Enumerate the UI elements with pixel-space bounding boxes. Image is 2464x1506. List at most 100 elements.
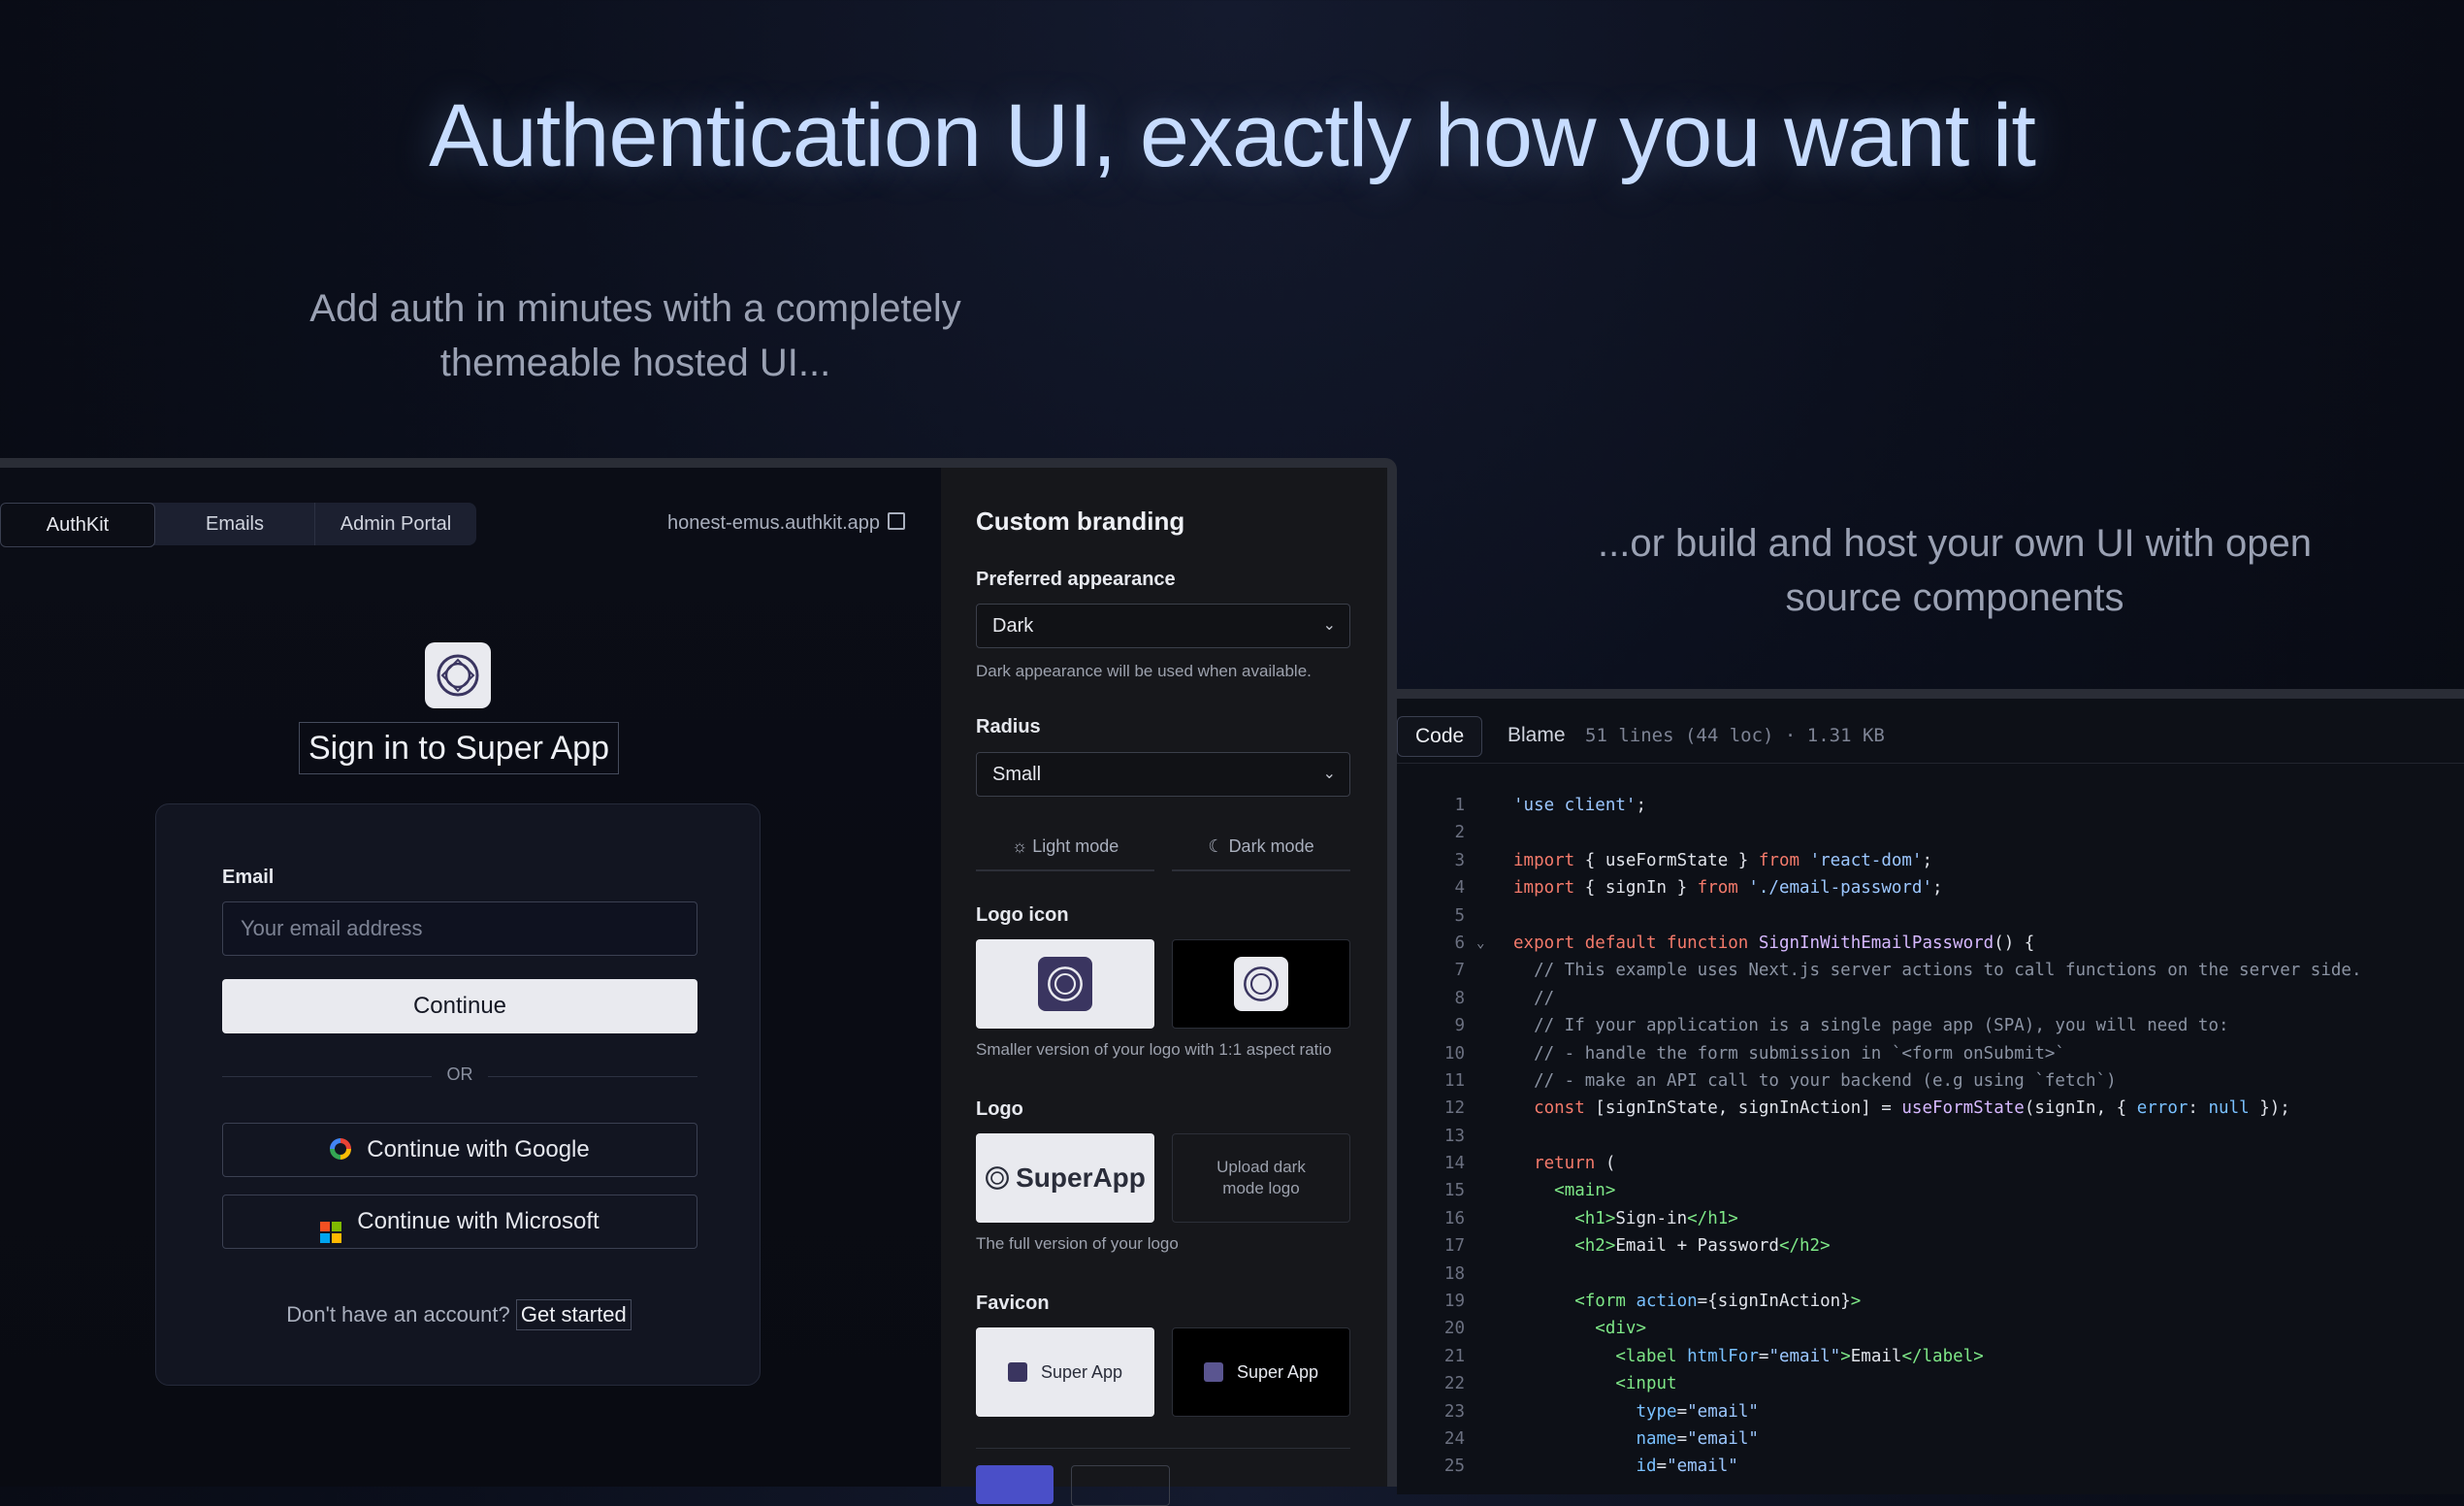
favicon-light-text: Super App [1040,1361,1123,1382]
sun-icon: ☼ [1011,836,1028,856]
code-line: 25 id="email" [1443,1457,1738,1477]
logo-icon-light-tile[interactable] [976,939,1154,1029]
radius-select[interactable]: Small ⌄ [976,752,1350,797]
favicon-dark-text: Super App [1236,1361,1319,1382]
code-line: 3 import { useFormState } from 'react-dom… [1454,850,1933,870]
chevron-down-icon: ⌄ [1322,617,1336,634]
radius-label: Radius [976,716,1041,737]
app-logo-icon [1234,957,1288,1011]
branding-title: Custom branding [976,507,1185,536]
authkit-demo-window: AuthKit Emails Admin Portal honest-emus.… [0,458,1397,1506]
logo-label: Logo [976,1098,1023,1120]
appearance-label: Preferred appearance [976,569,1176,590]
code-lines: 1'use client'; 2 3 import { useFormState … [1397,792,2464,1481]
google-icon [330,1138,352,1160]
moon-icon: ☾ [1208,836,1224,856]
logo-light-tile[interactable]: SuperApp [976,1133,1154,1223]
logo-help: The full version of your logo [976,1234,1179,1253]
code-line: 4 import { signIn } from './email-passwor… [1454,878,1943,899]
tab-emails[interactable]: Emails [155,503,315,545]
code-line: 13 [1443,1126,1465,1146]
upload-dark-logo-label: Upload dark mode logo [1216,1158,1306,1197]
code-line: 2 [1454,823,1465,843]
favicon-light-tile[interactable]: Super App [976,1327,1154,1417]
appearance-help: Dark appearance will be used when availa… [976,662,1312,680]
tab-code[interactable]: Code [1397,716,1483,757]
sign-in-preview: AuthKit Emails Admin Portal honest-emus.… [0,468,941,1487]
code-line: 10 // - handle the form submission in `<… [1443,1043,2065,1064]
file-info: 51 lines (44 loc) · 1.31 KB [1585,725,1885,746]
favicon-icon [1203,1362,1223,1382]
light-mode-tab[interactable]: ☼ Light mode [976,823,1154,871]
upload-dark-logo-button[interactable]: Upload dark mode logo [1172,1133,1350,1223]
or-divider-label: OR [432,1064,488,1085]
hero-subtitle-right: ...or build and host your own UI with op… [1598,522,2312,619]
code-line: 17 <h2>Email + Password</h2> [1443,1236,1831,1257]
custom-branding-panel: Custom branding Preferred appearance Dar… [941,468,1387,1506]
favicon-label: Favicon [976,1293,1050,1314]
sign-in-card: Email Your email address Continue OR Con… [155,803,761,1386]
get-started-link[interactable]: Get started [515,1299,632,1330]
dark-mode-label: Dark mode [1228,836,1314,856]
microsoft-button-label: Continue with Microsoft [357,1208,600,1234]
radius-value: Small [992,764,1042,785]
light-mode-label: Light mode [1032,836,1119,856]
favicon-icon [1007,1362,1027,1382]
signup-prompt: Don't have an account? Get started [156,1299,762,1330]
tab-blame[interactable]: Blame [1490,716,1583,755]
logo-icon-label: Logo icon [976,904,1069,926]
google-button-label: Continue with Google [367,1136,590,1162]
code-line: 24 name="email" [1443,1428,1759,1449]
code-line: 12 const [signInState, signInAction] = u… [1443,1098,2290,1119]
continue-button[interactable]: Continue [222,979,697,1033]
code-header: Code Blame 51 lines (44 loc) · 1.31 KB [1397,699,2464,764]
chevron-down-icon: ⌄ [1322,766,1336,782]
hero-title: Authentication UI, exactly how you want … [429,86,2036,185]
cancel-button[interactable] [1071,1465,1170,1506]
favicon-dark-tile[interactable]: Super App [1172,1327,1350,1417]
save-button[interactable] [976,1465,1054,1504]
microsoft-icon [320,1222,342,1243]
code-line: 5 [1454,905,1465,926]
code-line: 15 <main> [1443,1181,1616,1201]
code-line: 20 <div> [1443,1319,1646,1339]
code-line: 22 <input [1443,1374,1677,1394]
hosted-url-text: honest-emus.authkit.app [667,512,881,534]
code-line: 8 // [1454,988,1555,1008]
appearance-value: Dark [992,615,1034,637]
code-line: 11 // - make an API call to your backend… [1443,1070,2117,1091]
favicon-dark-preview: Super App [1203,1361,1319,1383]
code-line: 23 type="email" [1443,1401,1759,1422]
code-line: 6 ⌄ export default function SignInWithEmai… [1397,930,2464,957]
hosted-url-link[interactable]: honest-emus.authkit.app [667,512,906,535]
logo-icon-help: Smaller version of your logo with 1:1 as… [976,1040,1332,1059]
external-link-icon [888,512,906,530]
email-field[interactable]: Your email address [222,901,697,956]
app-logo-icon [1038,957,1092,1011]
continue-with-google-button[interactable]: Continue with Google [222,1123,697,1177]
app-logo-icon [425,642,491,708]
divider [976,1448,1350,1449]
code-line: 14 return ( [1443,1154,1616,1174]
code-viewer: Code Blame 51 lines (44 loc) · 1.31 KB 1… [1397,689,2464,1494]
logo-icon-dark-tile[interactable] [1172,939,1350,1029]
code-line: 9 // If your application is a single pag… [1454,1016,2229,1036]
chevron-down-icon[interactable]: ⌄ [1476,930,1484,957]
code-line: 18 [1443,1263,1465,1284]
dark-mode-tab[interactable]: ☾ Dark mode [1172,823,1350,871]
appearance-select[interactable]: Dark ⌄ [976,604,1350,648]
code-line: 19 <form action={signInAction}> [1443,1292,1862,1312]
tab-authkit[interactable]: AuthKit [0,503,155,547]
sign-in-title: Sign in to Super App [299,722,619,774]
email-label: Email [222,867,275,888]
code-line: 1'use client'; [1454,796,1646,815]
superapp-logo-text: SuperApp [1016,1162,1146,1193]
code-line: 21 <label htmlFor="email">Email</label> [1443,1346,1984,1366]
superapp-logo: SuperApp [985,1162,1146,1194]
hero-subtitle-left: Add auth in minutes with a completely th… [309,287,961,384]
continue-with-microsoft-button[interactable]: Continue with Microsoft [222,1195,697,1249]
tab-admin-portal[interactable]: Admin Portal [315,503,476,545]
favicon-light-preview: Super App [1007,1361,1123,1383]
code-line: 7 // This example uses Next.js server ac… [1454,961,2362,981]
code-line: 16 <h1>Sign-in</h1> [1443,1208,1738,1228]
